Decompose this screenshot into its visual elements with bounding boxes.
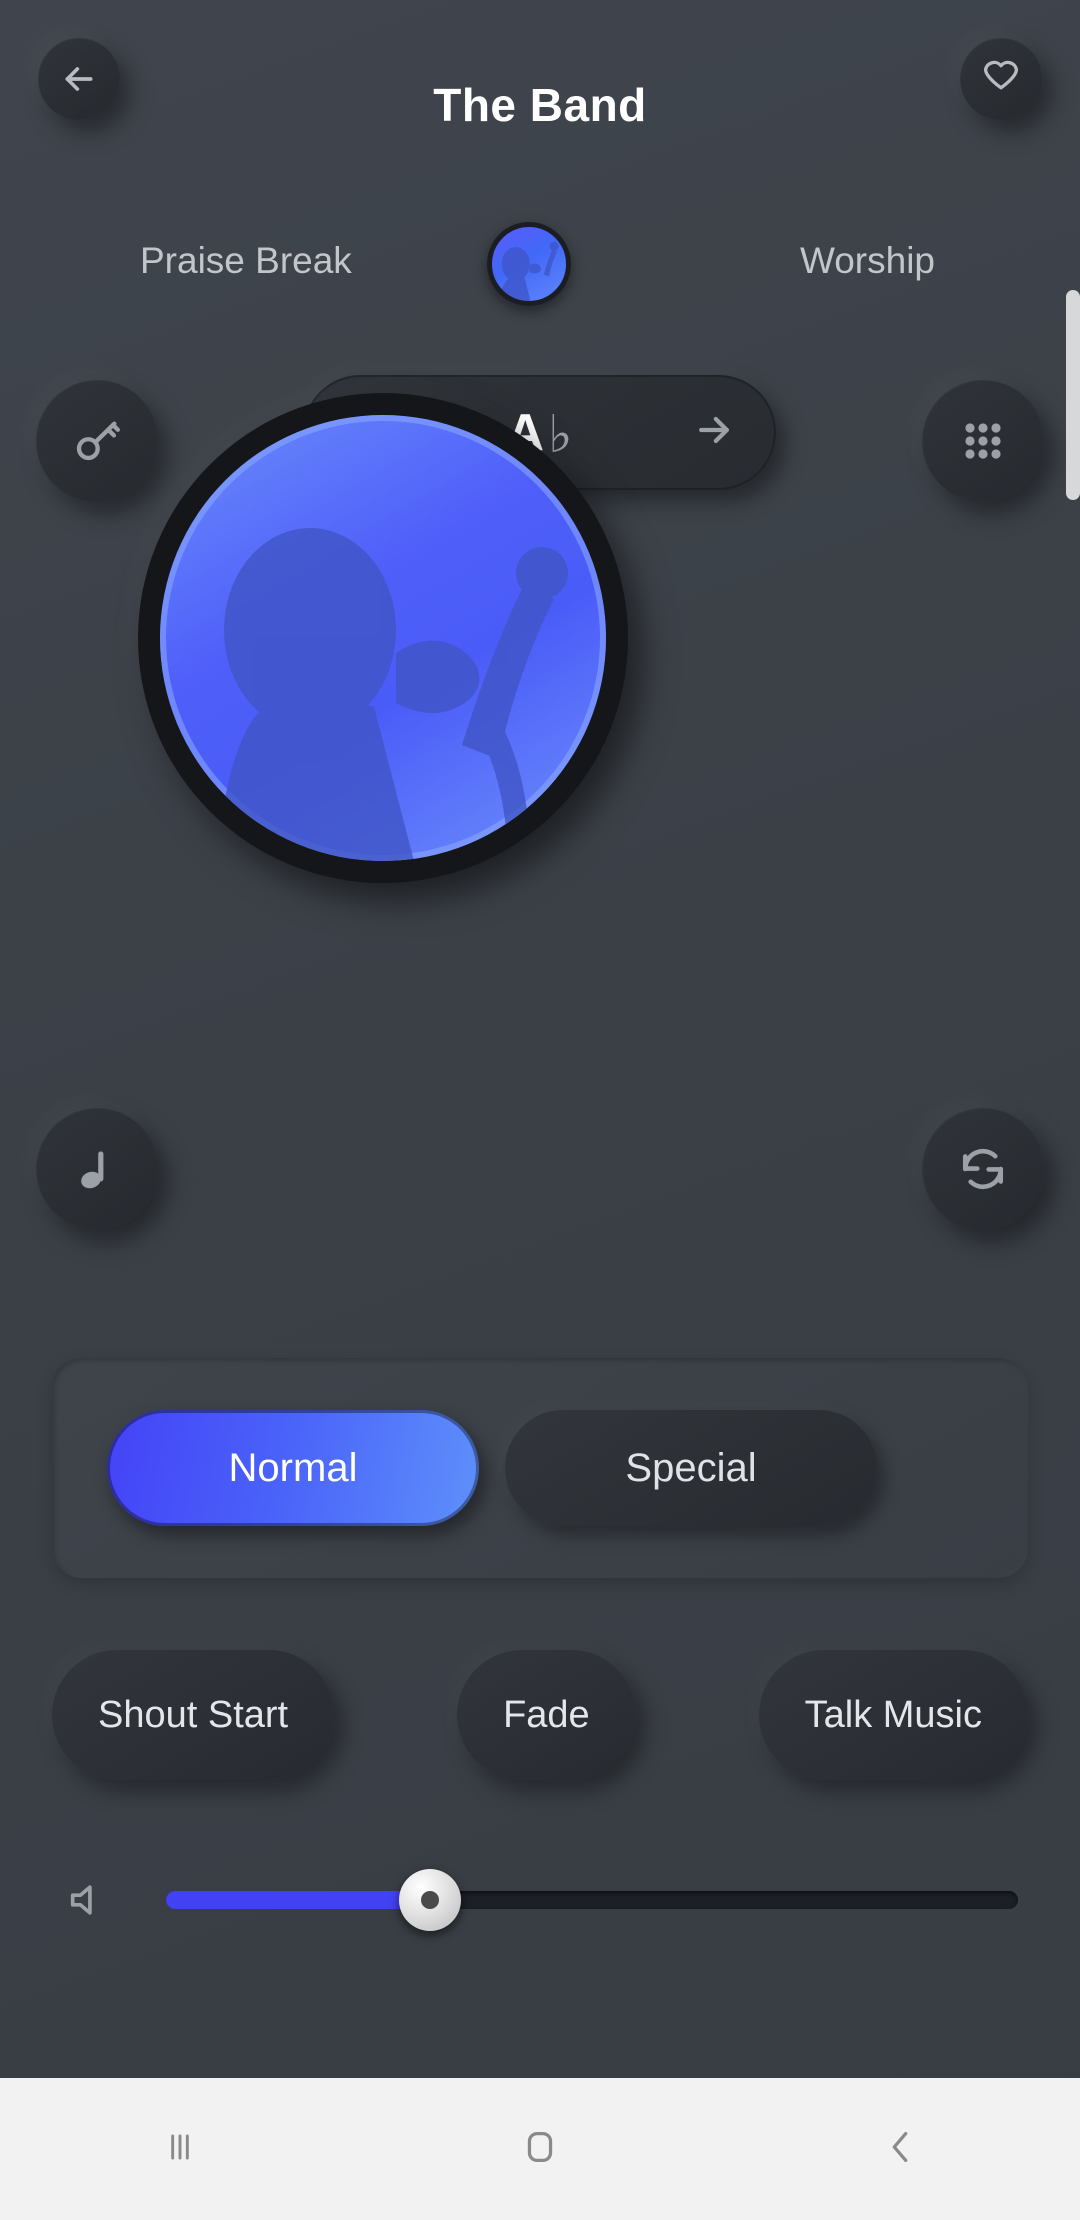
grid-button[interactable] xyxy=(922,380,1044,502)
volume-fill xyxy=(166,1891,431,1909)
tab-worship[interactable]: Worship xyxy=(800,240,935,282)
refresh-loop-icon xyxy=(957,1143,1009,1195)
system-navbar xyxy=(0,2078,1080,2220)
tempo-button[interactable] xyxy=(36,1108,158,1230)
volume-control xyxy=(52,1855,1028,1945)
mode-option-normal[interactable]: Normal xyxy=(107,1410,479,1526)
grid-dots-icon xyxy=(959,417,1007,465)
fade-button[interactable]: Fade xyxy=(457,1650,636,1780)
speaker-icon[interactable] xyxy=(52,1877,124,1923)
album-art-image xyxy=(160,415,606,861)
back-chevron-icon xyxy=(877,2124,923,2175)
tab-praise-break[interactable]: Praise Break xyxy=(140,240,352,282)
mode-option-special[interactable]: Special xyxy=(505,1410,877,1526)
action-button-row: Shout Start Fade Talk Music xyxy=(52,1645,1028,1785)
avatar[interactable] xyxy=(487,222,571,306)
home-button[interactable] xyxy=(360,2124,720,2175)
volume-knob[interactable] xyxy=(399,1869,462,1931)
mode-toggle-group: Normal Special xyxy=(52,1358,1028,1578)
recents-button[interactable] xyxy=(0,2125,360,2174)
nav-back-button[interactable] xyxy=(720,2124,1080,2175)
loop-button[interactable] xyxy=(922,1108,1044,1230)
album-art[interactable] xyxy=(138,393,628,883)
music-note-icon xyxy=(73,1145,121,1193)
home-icon xyxy=(517,2124,563,2175)
talk-music-button[interactable]: Talk Music xyxy=(758,1650,1028,1780)
volume-slider[interactable] xyxy=(166,1869,1018,1931)
page-title: The Band xyxy=(433,79,647,131)
key-icon xyxy=(71,415,123,467)
scrollbar[interactable] xyxy=(1066,290,1080,500)
favorite-button[interactable] xyxy=(960,38,1042,120)
app-screen: The Band Praise Break Worship A ♭ Normal… xyxy=(0,0,1080,2220)
key-next-button[interactable] xyxy=(692,408,736,457)
heart-icon xyxy=(980,58,1022,100)
shout-start-button[interactable]: Shout Start xyxy=(52,1650,335,1780)
recents-icon xyxy=(158,2125,202,2174)
